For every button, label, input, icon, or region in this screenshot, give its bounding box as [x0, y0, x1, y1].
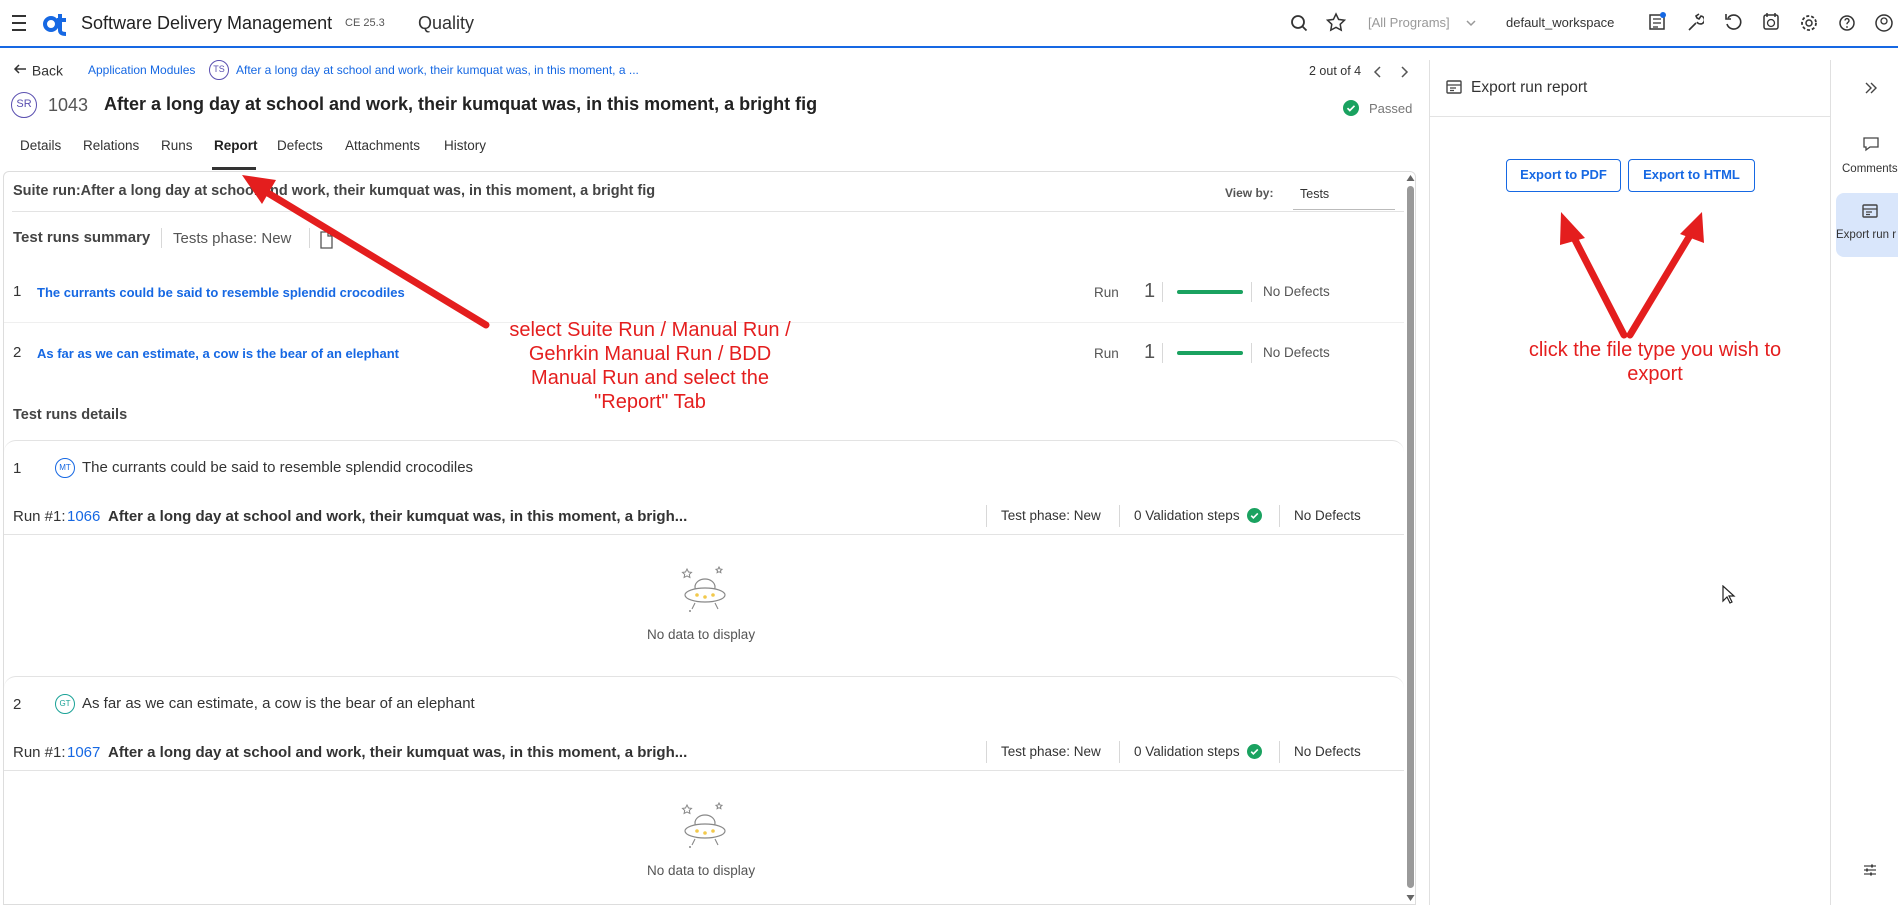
scrollbar[interactable]: [1405, 172, 1416, 905]
comment-icon: [1862, 136, 1880, 155]
run-defects: No Defects: [1294, 744, 1361, 759]
breadcrumb-root[interactable]: Application Modules: [88, 63, 195, 77]
passed-check-icon: [1343, 100, 1359, 119]
chevron-down-icon[interactable]: [1466, 0, 1476, 64]
status-label: Passed: [1369, 101, 1413, 116]
validation-steps: 0 Validation steps: [1134, 744, 1240, 759]
row-number: 1: [13, 460, 22, 477]
annotation-right: click the file type you wish to export: [1528, 339, 1782, 385]
run-label: Run: [1094, 285, 1119, 300]
gear-icon[interactable]: [1800, 0, 1818, 64]
suite-run-title: Suite run:After a long day at school and…: [13, 183, 656, 199]
summary-title: Test runs summary: [13, 229, 151, 246]
ufo-empty-icon: [679, 563, 731, 618]
tab-defects[interactable]: Defects: [277, 138, 323, 153]
annotation-left: select Suite Run / Manual Run / Gehrkin …: [509, 319, 791, 413]
run-label: Run: [1094, 346, 1119, 361]
check-circle-icon: [1247, 508, 1262, 526]
run-count: 1: [1144, 341, 1156, 363]
run-prefix: Run #1:: [13, 508, 66, 525]
run-id-link[interactable]: 1066: [67, 508, 100, 525]
view-by-label: View by:: [1225, 186, 1274, 200]
defects-label: No Defects: [1263, 345, 1330, 360]
row-number: 2: [13, 344, 22, 361]
check-circle-icon: [1247, 744, 1262, 762]
undo-history-icon[interactable]: [1724, 0, 1742, 64]
run-title: After a long day at school and work, the…: [108, 508, 688, 525]
back-label: Back: [31, 62, 64, 79]
top-bar: Software Delivery Management CE 25.3 Qua…: [0, 0, 1898, 48]
tab-report[interactable]: Report: [214, 138, 258, 153]
comments-label: Comments: [1842, 163, 1898, 175]
module-title[interactable]: Quality: [418, 0, 474, 46]
row-number: 2: [13, 696, 22, 713]
summary-phase: Tests phase: New: [173, 230, 292, 247]
report-panel-icon: [1446, 79, 1462, 98]
run-title: After a long day at school and work, the…: [108, 744, 688, 761]
sliders-icon[interactable]: [1863, 863, 1877, 880]
empty-state-label: No data to display: [647, 627, 756, 642]
chevron-right-icon[interactable]: [1398, 64, 1410, 83]
defects-label: No Defects: [1263, 284, 1330, 299]
run-phase: Test phase: New: [1001, 744, 1101, 759]
back-button[interactable]: Back: [12, 61, 63, 80]
gherkin-test-badge: GT: [55, 694, 75, 714]
tab-history[interactable]: History: [444, 138, 486, 153]
ufo-empty-icon: [679, 799, 731, 854]
breadcrumb-item[interactable]: After a long day at school and work, the…: [236, 63, 639, 77]
export-html-button[interactable]: Export to HTML: [1628, 159, 1755, 192]
row-number: 1: [13, 283, 22, 300]
test-link[interactable]: The currants could be said to resemble s…: [37, 285, 405, 300]
favorite-star-icon[interactable]: [1325, 0, 1347, 64]
ot-logo-icon: [42, 0, 70, 64]
arrow-left-icon: [12, 61, 28, 80]
tab-details[interactable]: Details: [20, 138, 61, 153]
test-name: The currants could be said to resemble s…: [82, 459, 474, 476]
manual-test-badge: MT: [55, 458, 75, 478]
run-defects: No Defects: [1294, 508, 1361, 523]
export-rail-label: Export run r: [1836, 229, 1897, 241]
app-title: Software Delivery Management: [81, 13, 333, 33]
user-avatar-icon[interactable]: [1874, 0, 1894, 64]
run-count: 1: [1144, 280, 1156, 302]
validation-steps: 0 Validation steps: [1134, 508, 1240, 523]
run-prefix: Run #1:: [13, 744, 66, 761]
dashboard-icon[interactable]: [1648, 0, 1666, 64]
program-selector[interactable]: [All Programs]: [1368, 0, 1450, 46]
report-icon: [1862, 203, 1878, 222]
export-rail-button[interactable]: Export run r: [1836, 193, 1898, 257]
test-name: As far as we can estimate, a cow is the …: [82, 695, 475, 712]
active-tab-indicator: [212, 167, 256, 170]
tab-attachments[interactable]: Attachments: [345, 138, 420, 153]
run-phase: Test phase: New: [1001, 508, 1101, 523]
suite-run-badge: SR: [11, 92, 37, 118]
run-id-link[interactable]: 1067: [67, 744, 100, 761]
export-panel-title: Export run report: [1471, 79, 1588, 96]
run-status-bar: [1177, 290, 1243, 294]
comments-rail-button[interactable]: Comments: [1836, 131, 1898, 187]
search-icon[interactable]: [1290, 0, 1308, 64]
file-icon[interactable]: [319, 231, 333, 252]
version-label: CE 25.3: [345, 17, 385, 29]
workspace-selector[interactable]: default_workspace: [1506, 0, 1614, 46]
details-title: Test runs details: [13, 407, 128, 423]
timesheet-icon[interactable]: [1762, 0, 1780, 64]
test-link[interactable]: As far as we can estimate, a cow is the …: [37, 346, 399, 361]
entity-title: After a long day at school and work, the…: [104, 94, 818, 114]
help-icon[interactable]: [1838, 0, 1856, 64]
wrench-icon[interactable]: [1686, 0, 1706, 64]
tab-runs[interactable]: Runs: [161, 138, 193, 153]
run-status-bar: [1177, 351, 1243, 355]
double-chevron-right-icon[interactable]: [1864, 81, 1878, 98]
chevron-left-icon[interactable]: [1372, 64, 1384, 83]
view-by-select[interactable]: Tests: [1300, 187, 1329, 201]
mouse-cursor-icon: [1722, 584, 1736, 608]
tab-relations[interactable]: Relations: [83, 138, 139, 153]
empty-state-label: No data to display: [647, 863, 756, 878]
pager-label: 2 out of 4: [1309, 64, 1362, 78]
menu-icon[interactable]: [10, 0, 28, 64]
entity-id: 1043: [48, 95, 89, 115]
test-suite-badge: TS: [209, 60, 229, 80]
export-pdf-button[interactable]: Export to PDF: [1506, 159, 1621, 192]
